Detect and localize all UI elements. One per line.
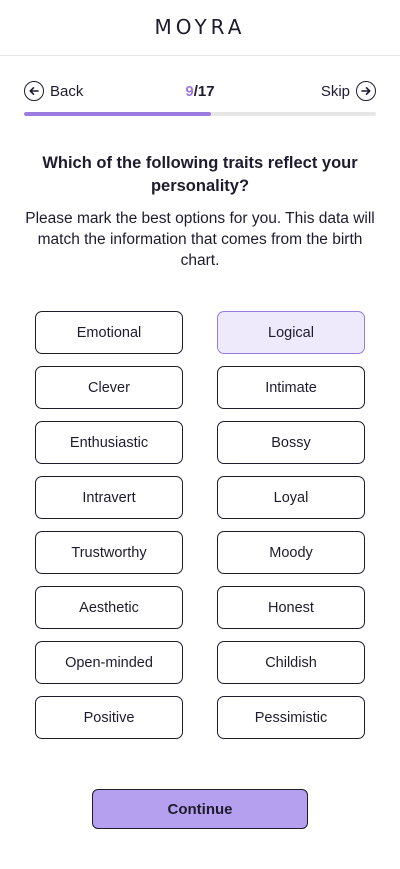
app-logo: MOYRA	[154, 15, 246, 39]
trait-option-honest[interactable]: Honest	[217, 586, 365, 629]
trait-option-bossy[interactable]: Bossy	[217, 421, 365, 464]
step-indicator: 9/17	[185, 83, 214, 100]
arrow-right-icon	[356, 81, 376, 101]
app-header: MOYRA	[0, 0, 400, 56]
progress-fill	[24, 112, 211, 116]
trait-option-pessimistic[interactable]: Pessimistic	[217, 696, 365, 739]
trait-option-loyal[interactable]: Loyal	[217, 476, 365, 519]
skip-label: Skip	[320, 82, 350, 100]
trait-option-childish[interactable]: Childish	[217, 641, 365, 684]
question-title: Which of the following traits reflect yo…	[42, 154, 358, 195]
trait-option-aesthetic[interactable]: Aesthetic	[35, 586, 183, 629]
step-total: /17	[193, 82, 215, 100]
back-button[interactable]: Back	[24, 81, 83, 101]
trait-option-open-minded[interactable]: Open-minded	[35, 641, 183, 684]
trait-option-emotional[interactable]: Emotional	[35, 311, 183, 354]
trait-option-intravert[interactable]: Intravert	[35, 476, 183, 519]
arrow-left-icon	[24, 81, 44, 101]
trait-option-trustworthy[interactable]: Trustworthy	[35, 531, 183, 574]
progress-bar	[24, 112, 376, 116]
trait-option-clever[interactable]: Clever	[35, 366, 183, 409]
question-description: Please mark the best options for you. Th…	[25, 210, 375, 269]
step-navigation: Back 9/17 Skip	[24, 78, 376, 104]
back-label: Back	[50, 82, 84, 100]
continue-button[interactable]: Continue	[92, 789, 308, 829]
skip-button[interactable]: Skip	[321, 81, 376, 101]
trait-option-logical[interactable]: Logical	[217, 311, 365, 354]
trait-option-moody[interactable]: Moody	[217, 531, 365, 574]
trait-option-positive[interactable]: Positive	[35, 696, 183, 739]
trait-options: Emotional Logical Clever Intimate Enthusiast…	[35, 311, 365, 739]
trait-option-intimate[interactable]: Intimate	[217, 366, 365, 409]
trait-option-enthusiastic[interactable]: Enthusiastic	[35, 421, 183, 464]
